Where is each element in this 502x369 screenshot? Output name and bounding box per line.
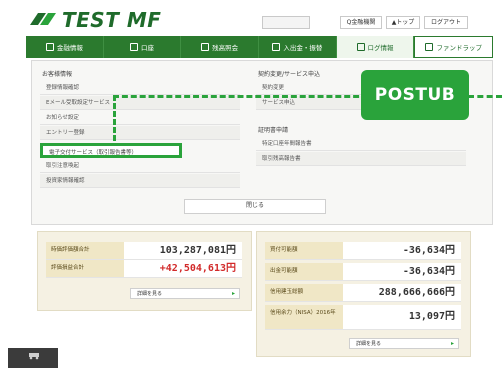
nav-label: ログ情報 bbox=[367, 44, 394, 52]
chevron-right-icon: ▸ bbox=[450, 340, 454, 347]
summary-value: -36,634円 bbox=[402, 245, 455, 256]
search-input[interactable] bbox=[262, 16, 310, 29]
summary-label: 買付可能額 bbox=[265, 242, 343, 259]
market-icon bbox=[45, 43, 54, 51]
main-nav: 金融情報 口座 残高照会 入出金・振替 ログ情報 ファンドラップ bbox=[26, 36, 494, 58]
menu-item[interactable]: お知らせ設定 bbox=[40, 111, 240, 125]
summary-label: 時価評価額合計 bbox=[46, 242, 124, 259]
nav-label: 入出金・振替 bbox=[283, 44, 323, 52]
nav-label: 口座 bbox=[141, 44, 154, 52]
summary-value: 103,287,081円 bbox=[159, 245, 236, 256]
nav-item-log-info[interactable]: ログ情報 bbox=[336, 36, 415, 58]
car-icon bbox=[29, 353, 39, 360]
summary-panel-right: 買付可能額 -36,634円 出金可能額 -36,634円 信用建玉総額 288… bbox=[256, 231, 471, 357]
nav-item-balance[interactable]: 残高照会 bbox=[181, 36, 260, 58]
account-icon bbox=[130, 43, 138, 51]
top-header: TEST MF Q金融機関 ▲トップ ログアウト bbox=[0, 0, 502, 34]
summary-value: 13,097円 bbox=[408, 311, 455, 322]
fund-icon bbox=[425, 43, 434, 51]
nav-item-fund-wrap[interactable]: ファンドラップ bbox=[414, 36, 494, 58]
nav-item-transfer[interactable]: 入出金・振替 bbox=[259, 36, 337, 58]
chevron-right-icon: ▸ bbox=[231, 290, 235, 297]
callout-line-horizontal bbox=[113, 95, 368, 98]
summary-value: +42,504,613円 bbox=[159, 263, 236, 274]
menu-item[interactable]: 取引注意喚起 bbox=[40, 159, 240, 173]
header-button-logout[interactable]: ログアウト bbox=[424, 16, 468, 29]
nav-item-account[interactable]: 口座 bbox=[104, 36, 182, 58]
summary-label: 信用建玉総額 bbox=[265, 284, 343, 301]
detail-label: 詳細を見る bbox=[356, 341, 382, 347]
dropdown-heading-contract: 契約変更/サービス申込 bbox=[258, 71, 321, 78]
menu-item-electronic-delivery[interactable]: 電子交付サービス（取引報告書等） bbox=[40, 143, 182, 158]
detail-button-right[interactable]: 詳細を見る ▸ bbox=[349, 338, 459, 349]
dropdown-heading-certificate: 証明書申請 bbox=[258, 127, 289, 134]
nav-label: 残高照会 bbox=[212, 44, 239, 52]
summary-value: -36,634円 bbox=[402, 266, 455, 277]
nav-label: ファンドラップ bbox=[436, 44, 482, 52]
summary-row: 信用余力（NISA）2016年 13,097円 bbox=[265, 305, 461, 330]
header-button-institution[interactable]: Q金融機関 bbox=[340, 16, 382, 29]
balance-icon bbox=[201, 43, 210, 51]
menu-item[interactable]: エントリー登録 bbox=[40, 126, 240, 140]
detail-label: 詳細を見る bbox=[137, 291, 163, 297]
callout-badge: POSTUB bbox=[361, 70, 469, 120]
footer-widget[interactable] bbox=[8, 348, 58, 368]
nav-item-market[interactable]: 金融情報 bbox=[26, 36, 104, 58]
callout-line-vertical bbox=[113, 95, 116, 141]
menu-item[interactable]: Eメール受取設定サービス bbox=[40, 96, 240, 110]
detail-button-left[interactable]: 詳細を見る ▸ bbox=[130, 288, 240, 299]
summary-label: 評価損益合計 bbox=[46, 260, 124, 277]
header-button-top[interactable]: ▲トップ bbox=[386, 16, 420, 29]
logo-mark-icon bbox=[30, 13, 56, 25]
menu-item[interactable]: 契約変更 bbox=[256, 81, 366, 95]
nav-label: 金融情報 bbox=[56, 44, 83, 52]
info-icon bbox=[356, 43, 365, 51]
close-dropdown-button[interactable]: 閉じる bbox=[184, 199, 326, 214]
menu-item[interactable]: 投資家情報確認 bbox=[40, 174, 240, 188]
summary-row: 信用建玉総額 288,666,666円 bbox=[265, 284, 461, 302]
menu-item[interactable]: サービス申込 bbox=[256, 96, 366, 110]
logo-text: TEST MF bbox=[62, 8, 162, 32]
site-logo[interactable]: TEST MF bbox=[28, 8, 162, 32]
menu-item[interactable]: 取引残高報告書 bbox=[256, 152, 466, 166]
summary-row: 時価評価額合計 103,287,081円 bbox=[46, 242, 242, 260]
summary-label: 出金可能額 bbox=[265, 263, 343, 280]
dropdown-heading-customer: お客様情報 bbox=[42, 71, 73, 78]
summary-row: 出金可能額 -36,634円 bbox=[265, 263, 461, 281]
summary-panel-left: 時価評価額合計 103,287,081円 評価損益合計 +42,504,613円… bbox=[37, 231, 252, 311]
callout-line-tail bbox=[468, 95, 502, 98]
summary-row: 買付可能額 -36,634円 bbox=[265, 242, 461, 260]
summary-value: 288,666,666円 bbox=[378, 287, 455, 298]
menu-item[interactable]: 特定口座年間報告書 bbox=[256, 137, 466, 151]
summary-label: 信用余力（NISA）2016年 bbox=[265, 305, 343, 329]
summary-row: 評価損益合計 +42,504,613円 bbox=[46, 260, 242, 278]
menu-item[interactable]: 登録情報確認 bbox=[40, 81, 240, 95]
transfer-icon bbox=[272, 43, 281, 51]
